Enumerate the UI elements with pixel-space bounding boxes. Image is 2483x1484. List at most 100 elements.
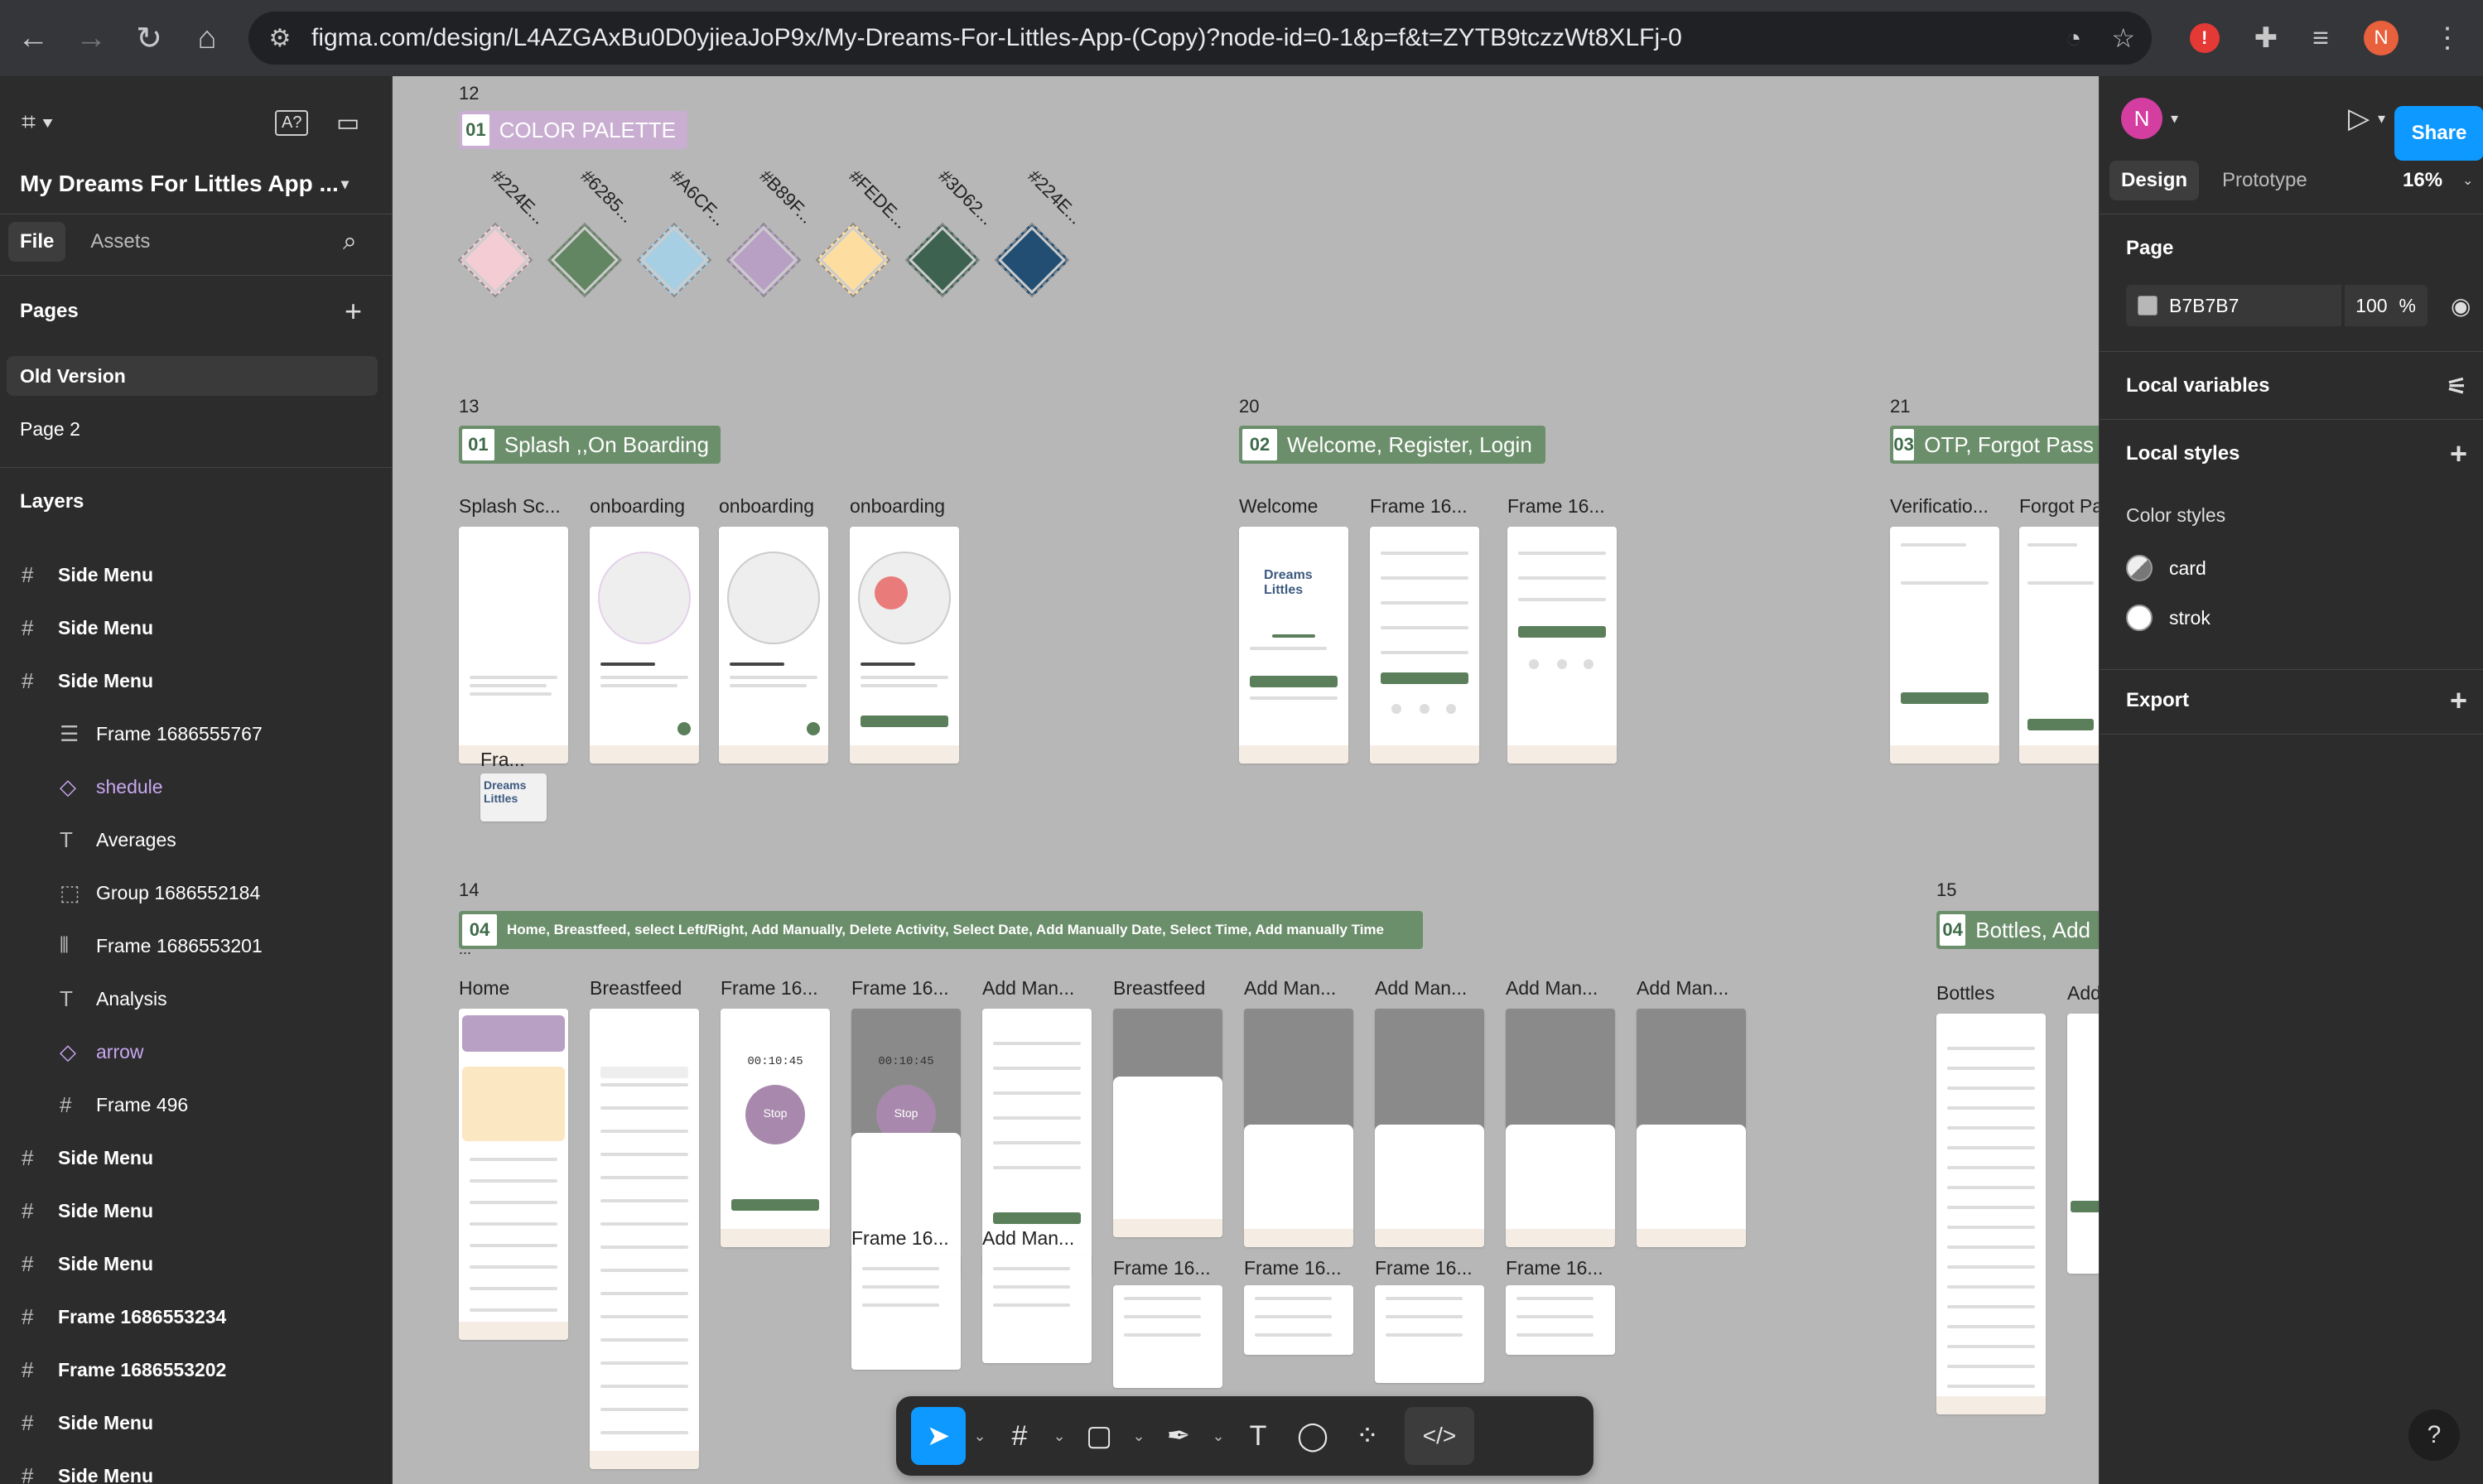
frame-label[interactable]: Frame 16... bbox=[851, 1227, 949, 1250]
tab-prototype[interactable]: Prototype bbox=[2211, 161, 2319, 200]
frame-label[interactable]: Frame 16... bbox=[1113, 1257, 1211, 1279]
layer-row[interactable]: # Side Menu bbox=[0, 654, 393, 707]
home-icon[interactable]: ⌂ bbox=[182, 13, 232, 63]
local-variables-row[interactable]: Local variables ⚟ bbox=[2100, 368, 2483, 404]
frame-label[interactable]: onboarding bbox=[719, 495, 814, 518]
frame-label[interactable]: Add Man... bbox=[1244, 977, 1336, 1000]
frame-label[interactable]: onboarding bbox=[850, 495, 945, 518]
actions-tool-icon[interactable]: ⁘ bbox=[1342, 1407, 1393, 1465]
color-swatch[interactable] bbox=[904, 222, 981, 298]
chevron-down-icon[interactable]: ⌄ bbox=[1208, 1407, 1229, 1465]
site-settings-icon[interactable]: ⚙ bbox=[253, 24, 306, 53]
frame-label[interactable]: Forgot Pa bbox=[2019, 495, 2099, 518]
eye-visibility-icon[interactable]: ◉ bbox=[2451, 292, 2471, 320]
chevron-down-icon[interactable]: ⌄ bbox=[1128, 1407, 1150, 1465]
logo-frame[interactable]: Dreams Littles bbox=[480, 773, 547, 822]
frame-onboarding-1[interactable] bbox=[590, 527, 699, 764]
layer-row[interactable]: # Side Menu bbox=[0, 601, 393, 654]
section-bottles[interactable]: 04 Bottles, Add bbox=[1936, 911, 2099, 949]
screen-frame[interactable] bbox=[1113, 1285, 1222, 1388]
share-button[interactable]: Share bbox=[2394, 106, 2483, 161]
layer-row[interactable]: ⫴ Frame 1686553201 bbox=[0, 919, 393, 972]
zoom-level[interactable]: 16% bbox=[2403, 169, 2442, 192]
project-name[interactable]: My Dreams For Littles App ... bbox=[20, 171, 339, 197]
layer-row[interactable]: # Side Menu bbox=[0, 1449, 393, 1484]
tab-assets[interactable]: Assets bbox=[79, 222, 162, 262]
layer-row[interactable]: # Frame 1686553202 bbox=[0, 1343, 393, 1396]
frame-label[interactable]: Add bbox=[2067, 982, 2099, 1005]
layer-row[interactable]: # Frame 1686553234 bbox=[0, 1290, 393, 1343]
frame-splash-screen[interactable] bbox=[459, 527, 568, 764]
move-tool-icon[interactable]: ➤ bbox=[911, 1407, 966, 1465]
figma-menu-icon[interactable]: ⌗ ▾ bbox=[22, 108, 53, 137]
chevron-down-icon[interactable]: ▾ bbox=[2171, 110, 2178, 128]
frame-forgot-password[interactable] bbox=[2019, 527, 2099, 764]
back-icon[interactable]: ← bbox=[8, 13, 58, 63]
page-color-swatch[interactable] bbox=[2138, 296, 2158, 316]
screen-frame[interactable] bbox=[1244, 1009, 1353, 1247]
chevron-down-icon[interactable]: ⌄ bbox=[2462, 172, 2473, 189]
frame-label[interactable]: Frame 16... bbox=[1507, 495, 1605, 518]
variables-settings-icon[interactable]: ⚟ bbox=[2447, 373, 2467, 400]
frame-label[interactable]: Frame 16... bbox=[1506, 1257, 1603, 1279]
frame-onboarding-2[interactable] bbox=[719, 527, 828, 764]
sidebar-toggle-icon[interactable]: ▭ bbox=[336, 108, 359, 137]
ai-icon[interactable]: A? bbox=[275, 109, 309, 136]
frame-label[interactable]: Welcome bbox=[1239, 495, 1318, 518]
comment-tool-icon[interactable]: ◯ bbox=[1287, 1407, 1338, 1465]
text-tool-icon[interactable]: T bbox=[1232, 1407, 1284, 1465]
section-home-breastfeed[interactable]: 04 Home, Breastfeed, select Left/Right, … bbox=[459, 911, 1423, 949]
frame-bottles[interactable] bbox=[1936, 1014, 2046, 1414]
frame-label[interactable]: Frame 16... bbox=[1370, 495, 1468, 518]
section-splash-onboarding[interactable]: 01 Splash ,,On Boarding bbox=[459, 426, 721, 464]
browser-profile-avatar[interactable]: N bbox=[2364, 21, 2399, 55]
screen-frame[interactable] bbox=[1506, 1285, 1615, 1355]
section-otp-forgot-pass[interactable]: 03 OTP, Forgot Pass bbox=[1890, 426, 2099, 464]
layer-row[interactable]: ◇ arrow bbox=[0, 1025, 393, 1078]
add-export-plus-icon[interactable]: + bbox=[2450, 683, 2467, 718]
screen-frame[interactable] bbox=[1244, 1285, 1353, 1355]
color-swatch[interactable] bbox=[994, 222, 1070, 298]
frame-label[interactable]: Frame 16... bbox=[721, 977, 818, 1000]
add-style-plus-icon[interactable]: + bbox=[2450, 436, 2467, 471]
frame-label[interactable]: Add Man... bbox=[1506, 977, 1598, 1000]
frame-verification-code[interactable] bbox=[1890, 527, 1999, 764]
layer-row[interactable]: T Averages bbox=[0, 813, 393, 866]
page-item-page-2[interactable]: Page 2 bbox=[0, 409, 393, 449]
dev-mode-code-icon[interactable]: </> bbox=[1405, 1407, 1474, 1465]
rectangle-tool-icon[interactable]: ▢ bbox=[1073, 1407, 1125, 1465]
frame-add-bottle[interactable] bbox=[2067, 1014, 2099, 1274]
add-page-plus-icon[interactable]: + bbox=[345, 294, 362, 329]
present-play-icon[interactable]: ▷ bbox=[2348, 102, 2370, 135]
project-title[interactable]: My Dreams For Littles App ... ▾ bbox=[0, 159, 393, 209]
reading-list-icon[interactable]: ≡ bbox=[2312, 22, 2329, 55]
frame-welcome[interactable]: Dreams Littles bbox=[1239, 527, 1348, 764]
frame-label[interactable]: Add Man... bbox=[1637, 977, 1728, 1000]
frame-label[interactable]: Home bbox=[459, 977, 509, 1000]
section-color-palette[interactable]: 01 COLOR PALETTE bbox=[459, 111, 687, 149]
frame-onboarding-3[interactable] bbox=[850, 527, 959, 764]
color-swatch[interactable] bbox=[815, 222, 891, 298]
screen-frame[interactable] bbox=[459, 1009, 568, 1340]
frame-label[interactable]: Add Man... bbox=[1375, 977, 1467, 1000]
color-swatch[interactable] bbox=[636, 222, 712, 298]
chevron-down-icon[interactable]: ▾ bbox=[341, 176, 349, 193]
help-button[interactable]: ? bbox=[2408, 1409, 2460, 1461]
screen-frame[interactable] bbox=[982, 1255, 1092, 1363]
section-welcome-register-login[interactable]: 02 Welcome, Register, Login bbox=[1239, 426, 1545, 464]
screen-frame[interactable] bbox=[1506, 1009, 1615, 1247]
screen-frame[interactable] bbox=[851, 1255, 961, 1370]
forward-icon[interactable]: → bbox=[66, 13, 116, 63]
page-opacity-value[interactable]: 100 bbox=[2355, 295, 2387, 317]
screen-frame[interactable]: 00:10:45 Stop bbox=[721, 1009, 830, 1247]
page-color-hex[interactable]: B7B7B7 bbox=[2169, 295, 2239, 317]
layer-row[interactable]: # Side Menu bbox=[0, 1396, 393, 1449]
browser-menu-icon[interactable]: ⋮ bbox=[2433, 22, 2461, 55]
frame-login[interactable] bbox=[1507, 527, 1617, 764]
layer-row[interactable]: T Analysis bbox=[0, 972, 393, 1025]
screen-frame[interactable] bbox=[590, 1009, 699, 1469]
screen-frame[interactable] bbox=[1375, 1285, 1484, 1383]
screen-frame[interactable] bbox=[1637, 1009, 1746, 1247]
frame-label[interactable]: Breastfeed bbox=[590, 977, 682, 1000]
layer-row[interactable]: # Side Menu bbox=[0, 1131, 393, 1184]
